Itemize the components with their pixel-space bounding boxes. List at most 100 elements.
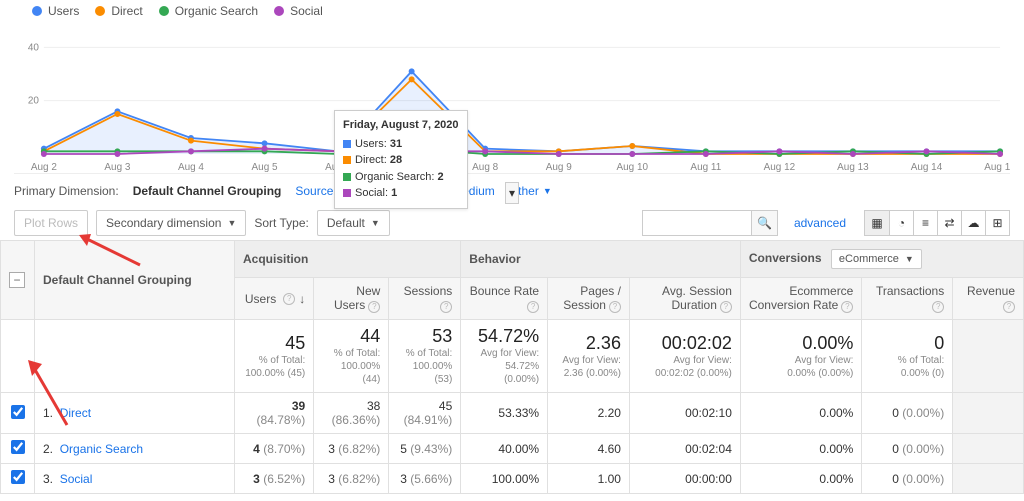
total-transactions: 0 <box>934 333 944 353</box>
search-button[interactable]: 🔍 <box>752 210 778 236</box>
help-icon[interactable]: ? <box>368 301 380 313</box>
cloud-icon: ☁ <box>968 216 980 230</box>
legend-organic: Organic Search <box>175 4 258 18</box>
col-revenue[interactable]: Revenue? <box>953 278 1024 320</box>
col-bounce[interactable]: Bounce Rate? <box>461 278 548 320</box>
svg-text:20: 20 <box>28 96 40 107</box>
col-sessions[interactable]: Sessions? <box>389 278 461 320</box>
help-icon[interactable]: ? <box>1003 301 1015 313</box>
svg-text:Aug 9: Aug 9 <box>546 162 572 173</box>
help-icon[interactable]: ? <box>720 301 732 313</box>
primary-dimension-active[interactable]: Default Channel Grouping <box>133 184 282 198</box>
svg-text:Aug 15: Aug 15 <box>984 162 1010 173</box>
help-icon[interactable]: ? <box>440 301 452 313</box>
row-checkbox[interactable] <box>11 405 25 419</box>
view-table-button[interactable]: ▦ <box>865 211 889 235</box>
total-ecr: 0.00% <box>802 333 853 353</box>
svg-text:Aug 13: Aug 13 <box>837 162 869 173</box>
total-users: 45 <box>285 333 305 353</box>
table-controls: Plot Rows Secondary dimension▼ Sort Type… <box>0 206 1024 240</box>
group-conversions: Conversions eCommerce ▼ <box>740 241 1023 278</box>
legend-users: Users <box>48 4 79 18</box>
view-cloud-button[interactable]: ☁ <box>961 211 985 235</box>
group-behavior: Behavior <box>461 241 741 278</box>
bars-icon: ≡ <box>922 216 929 230</box>
view-mode-buttons: ▦ ◔ ≡ ⇄ ☁ ⊞ <box>864 210 1010 236</box>
help-icon[interactable]: ? <box>841 301 853 313</box>
secondary-dimension-dropdown[interactable]: Secondary dimension▼ <box>96 210 246 236</box>
col-users[interactable]: Users?↓ <box>235 278 314 320</box>
svg-text:Aug 8: Aug 8 <box>472 162 498 173</box>
col-transactions[interactable]: Transactions? <box>862 278 953 320</box>
row-index: 1. <box>43 406 53 420</box>
pie-icon: ◔ <box>898 216 905 230</box>
svg-text:Aug 14: Aug 14 <box>911 162 943 173</box>
col-new-users[interactable]: New Users? <box>314 278 389 320</box>
svg-text:Aug 10: Aug 10 <box>617 162 649 173</box>
help-icon[interactable]: ? <box>283 293 295 305</box>
row-checkbox[interactable] <box>11 470 25 484</box>
tooltip-row: Social: 1 <box>343 185 459 202</box>
row-index: 2. <box>43 442 53 456</box>
dim-column-header[interactable]: Default Channel Grouping <box>43 273 192 287</box>
search-icon: 🔍 <box>757 216 772 230</box>
plot-rows-button: Plot Rows <box>14 210 88 236</box>
sort-type-dropdown[interactable]: Default▼ <box>317 210 390 236</box>
chart-legend: Users Direct Organic Search Social <box>14 0 1010 24</box>
compare-icon: ⇄ <box>944 216 954 230</box>
total-new-users: 44 <box>360 326 380 346</box>
sort-desc-icon: ↓ <box>299 292 305 306</box>
svg-text:40: 40 <box>28 42 40 53</box>
chevron-down-icon: ▾ <box>509 186 515 200</box>
help-icon[interactable]: ? <box>527 301 539 313</box>
view-pie-button[interactable]: ◔ <box>889 211 913 235</box>
legend-social: Social <box>290 4 323 18</box>
dot-users-icon <box>32 6 42 16</box>
row-checkbox[interactable] <box>11 440 25 454</box>
channel-link[interactable]: Social <box>60 472 93 486</box>
pivot-icon: ⊞ <box>992 216 1002 230</box>
dot-social-icon <box>274 6 284 16</box>
total-bounce: 54.72% <box>478 326 539 346</box>
search-input[interactable] <box>642 210 752 236</box>
conversions-segment-dropdown[interactable]: eCommerce ▼ <box>831 249 922 269</box>
total-pages: 2.36 <box>586 333 621 353</box>
collapse-all-toggle[interactable]: − <box>9 272 25 288</box>
dot-organic-icon <box>159 6 169 16</box>
caret-down-icon: ▼ <box>227 218 236 228</box>
totals-row: 45% of Total:100.00% (45) 44% of Total:1… <box>1 320 1024 393</box>
caret-down-icon: ▼ <box>905 254 914 264</box>
svg-text:Aug 4: Aug 4 <box>178 162 204 173</box>
channel-link[interactable]: Direct <box>60 406 91 420</box>
help-icon[interactable]: ? <box>932 301 944 313</box>
svg-text:Aug 2: Aug 2 <box>31 162 57 173</box>
channel-link[interactable]: Organic Search <box>60 442 143 456</box>
dot-direct-icon <box>95 6 105 16</box>
chart-expand-toggle[interactable]: ▾ <box>505 182 519 204</box>
col-ecr[interactable]: Ecommerce Conversion Rate? <box>740 278 861 320</box>
advanced-filter-link[interactable]: advanced <box>794 216 846 230</box>
col-duration[interactable]: Avg. Session Duration? <box>629 278 740 320</box>
data-table: − Default Channel Grouping Acquisition B… <box>0 240 1024 494</box>
help-icon[interactable]: ? <box>609 301 621 313</box>
primary-dimension-label: Primary Dimension: <box>14 184 119 198</box>
col-pages[interactable]: Pages / Session? <box>548 278 630 320</box>
table-icon: ▦ <box>871 216 882 230</box>
view-performance-button[interactable]: ≡ <box>913 211 937 235</box>
line-chart[interactable]: 2040Aug 2Aug 3Aug 4Aug 5Aug 6Aug 7Aug 8A… <box>14 24 1010 174</box>
view-comparison-button[interactable]: ⇄ <box>937 211 961 235</box>
svg-text:Aug 11: Aug 11 <box>690 162 721 173</box>
tooltip-row: Organic Search: 2 <box>343 169 459 186</box>
view-pivot-button[interactable]: ⊞ <box>985 211 1009 235</box>
table-row: 3. Social3 (6.52%)3 (6.82%)3 (5.66%)100.… <box>1 464 1024 494</box>
svg-text:Aug 12: Aug 12 <box>764 162 796 173</box>
tooltip-title: Friday, August 7, 2020 <box>343 117 459 134</box>
tooltip-row: Direct: 28 <box>343 152 459 169</box>
caret-down-icon: ▼ <box>371 218 380 228</box>
sort-type-label: Sort Type: <box>254 216 308 230</box>
table-row: 1. Direct39 (84.78%)38 (86.36%)45 (84.91… <box>1 393 1024 434</box>
chart-tooltip: Friday, August 7, 2020 Users: 31Direct: … <box>334 110 468 209</box>
group-acquisition: Acquisition <box>235 241 461 278</box>
total-sessions: 53 <box>432 326 452 346</box>
total-duration: 00:02:02 <box>662 333 732 353</box>
